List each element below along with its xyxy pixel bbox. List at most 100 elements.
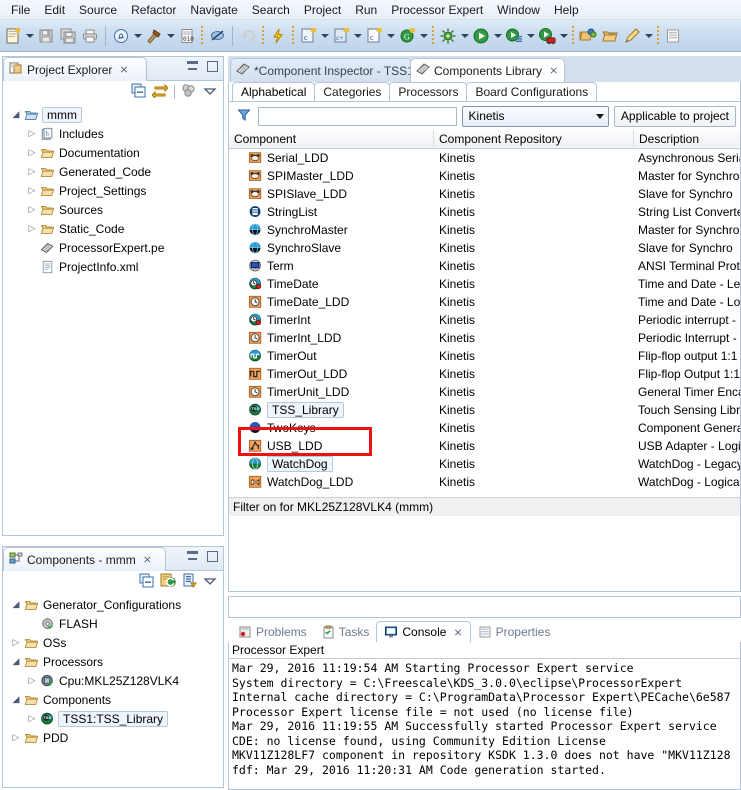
column-header-component[interactable]: Component xyxy=(229,129,434,149)
tab-problems[interactable]: Problems xyxy=(231,621,314,642)
menu-item-file[interactable]: File xyxy=(4,1,37,19)
table-row[interactable]: TimerOut_LDD Kinetis Flip-flop Output 1:1 xyxy=(229,365,740,383)
menu-item-processor-expert[interactable]: Processor Expert xyxy=(384,1,490,19)
new-wizard-dropdown-icon[interactable] xyxy=(24,25,35,47)
table-row[interactable]: WatchDog Kinetis WatchDog - Legacy xyxy=(229,455,740,473)
view-filter-icon[interactable] xyxy=(181,83,197,101)
repository-dropdown[interactable]: Kinetis xyxy=(461,105,609,127)
tab-properties[interactable]: Properties xyxy=(471,621,558,642)
chevron-right-icon[interactable] xyxy=(25,185,39,196)
close-icon[interactable]: ⨯ xyxy=(143,553,152,566)
console-output[interactable]: Mar 29, 2016 11:19:54 AM Starting Proces… xyxy=(229,659,740,779)
chevron-right-icon[interactable] xyxy=(25,147,39,158)
run-dropdown-icon[interactable] xyxy=(492,25,503,47)
properties-icon[interactable] xyxy=(662,25,684,47)
debug-icon[interactable] xyxy=(437,25,459,47)
table-row[interactable]: TimerOut Kinetis Flip-flop output 1:1 xyxy=(229,347,740,365)
applicable-to-project-button[interactable]: Applicable to project xyxy=(613,105,736,127)
chevron-right-icon[interactable] xyxy=(25,713,39,724)
tree-item-includes[interactable]: h Includes xyxy=(3,124,223,143)
import-component-icon[interactable] xyxy=(182,573,197,591)
collapse-all-icon[interactable] xyxy=(131,83,146,101)
link-with-editor-icon[interactable] xyxy=(151,83,169,101)
maximize-icon[interactable] xyxy=(207,61,218,72)
new-class-dropdown-icon[interactable] xyxy=(418,25,429,47)
tree-item-mmm[interactable]: mmm xyxy=(3,105,223,124)
subtab-processors[interactable]: Processors xyxy=(389,82,468,101)
tree-item-oss[interactable]: OSs xyxy=(3,633,223,652)
chevron-down-icon[interactable] xyxy=(9,109,23,120)
profile-icon[interactable] xyxy=(536,25,558,47)
table-row[interactable]: USB_LDD Kinetis USB Adapter - Logi xyxy=(229,437,740,455)
tree-item-processorexpert-pe[interactable]: ProcessorExpert.pe xyxy=(3,238,223,257)
tree-item-project-settings[interactable]: Project_Settings xyxy=(3,181,223,200)
table-row[interactable]: TimerInt Kinetis Periodic interrupt - xyxy=(229,311,740,329)
open-perspective-icon[interactable] xyxy=(577,25,599,47)
search-input[interactable] xyxy=(258,106,457,126)
profile-dropdown-icon[interactable] xyxy=(558,25,569,47)
generate-code-icon[interactable] xyxy=(160,573,176,591)
run-history-icon[interactable] xyxy=(503,25,525,47)
chevron-down-icon[interactable] xyxy=(9,694,23,705)
menu-item-search[interactable]: Search xyxy=(245,1,297,19)
run-icon[interactable] xyxy=(470,25,492,47)
subtab-categories[interactable]: Categories xyxy=(314,82,391,101)
menu-item-navigate[interactable]: Navigate xyxy=(183,1,244,19)
save-all-icon[interactable] xyxy=(57,25,79,47)
table-row[interactable]: TimeDate_LDD Kinetis Time and Date - Lo xyxy=(229,293,740,311)
new-cpp-project-icon[interactable]: c+ xyxy=(330,25,352,47)
table-row[interactable]: Serial_LDD Kinetis Asynchronous Seria xyxy=(229,149,740,167)
close-icon[interactable]: ⨯ xyxy=(549,64,558,77)
table-row[interactable]: Term Kinetis ANSI Terminal Prot xyxy=(229,257,740,275)
open-folder-icon[interactable] xyxy=(599,25,621,47)
table-row[interactable]: WatchDog_LDD Kinetis WatchDog - Logica xyxy=(229,473,740,491)
view-menu-icon[interactable] xyxy=(203,84,217,101)
flash-icon[interactable] xyxy=(267,25,289,47)
tree-item-generator-configurations[interactable]: Generator_Configurations xyxy=(3,595,223,614)
menu-item-run[interactable]: Run xyxy=(348,1,384,19)
new-class-icon[interactable]: G xyxy=(396,25,418,47)
pencil-dropdown-icon[interactable] xyxy=(643,25,654,47)
maximize-icon[interactable] xyxy=(207,551,218,562)
chevron-down-icon[interactable] xyxy=(9,599,23,610)
debug-dropdown-icon[interactable] xyxy=(459,25,470,47)
close-icon[interactable]: ⨯ xyxy=(453,626,462,639)
table-row[interactable]: TimeDate Kinetis Time and Date - Le xyxy=(229,275,740,293)
table-row[interactable]: SynchroMaster Kinetis Master for Synchro xyxy=(229,221,740,239)
tree-item-cpu-mkl25z128vlk4[interactable]: Cpu:MKL25Z128VLK4 xyxy=(3,671,223,690)
tree-item-processors[interactable]: Processors xyxy=(3,652,223,671)
tab-components-library[interactable]: Components Library ⨯ xyxy=(410,58,565,82)
menu-item-window[interactable]: Window xyxy=(490,1,547,19)
new-c-file-icon[interactable]: c xyxy=(363,25,385,47)
table-row[interactable]: SPIMaster_LDD Kinetis Master for Synchro xyxy=(229,167,740,185)
close-icon[interactable]: ⨯ xyxy=(119,63,128,76)
new-wizard-icon[interactable] xyxy=(2,25,24,47)
menu-item-help[interactable]: Help xyxy=(547,1,586,19)
chevron-right-icon[interactable] xyxy=(25,166,39,177)
tree-item-flash[interactable]: FLASH xyxy=(3,614,223,633)
menu-item-project[interactable]: Project xyxy=(297,1,348,19)
subtab-alphabetical[interactable]: Alphabetical xyxy=(232,82,316,101)
table-row[interactable]: StringList Kinetis String List Converte xyxy=(229,203,740,221)
menu-item-refactor[interactable]: Refactor xyxy=(124,1,183,19)
tree-item-components[interactable]: Components xyxy=(3,690,223,709)
tree-item-static-code[interactable]: Static_Code xyxy=(3,219,223,238)
chevron-right-icon[interactable] xyxy=(25,223,39,234)
table-row[interactable]: SynchroSlave Kinetis Slave for Synchro xyxy=(229,239,740,257)
new-c-file-dropdown-icon[interactable] xyxy=(385,25,396,47)
tree-item-pdd[interactable]: PDD xyxy=(3,728,223,747)
print-icon[interactable] xyxy=(79,25,101,47)
build-hammer-icon[interactable] xyxy=(143,25,165,47)
hex-view-icon[interactable]: 010 xyxy=(176,25,198,47)
new-c-project-icon[interactable]: c xyxy=(297,25,319,47)
tab-components-view[interactable]: Components - mmm ⨯ xyxy=(3,547,166,571)
chevron-right-icon[interactable] xyxy=(25,204,39,215)
subtab-board-configurations[interactable]: Board Configurations xyxy=(466,82,598,101)
build-dropdown-icon[interactable] xyxy=(165,25,176,47)
chevron-right-icon[interactable] xyxy=(25,675,39,686)
undo-icon[interactable] xyxy=(237,25,259,47)
column-header-repository[interactable]: Component Repository xyxy=(434,129,634,149)
new-c-project-dropdown-icon[interactable] xyxy=(319,25,330,47)
tab-tasks[interactable]: Tasks xyxy=(314,621,377,642)
table-row[interactable]: TSS TSS_Library Kinetis Touch Sensing Libr xyxy=(229,401,740,419)
